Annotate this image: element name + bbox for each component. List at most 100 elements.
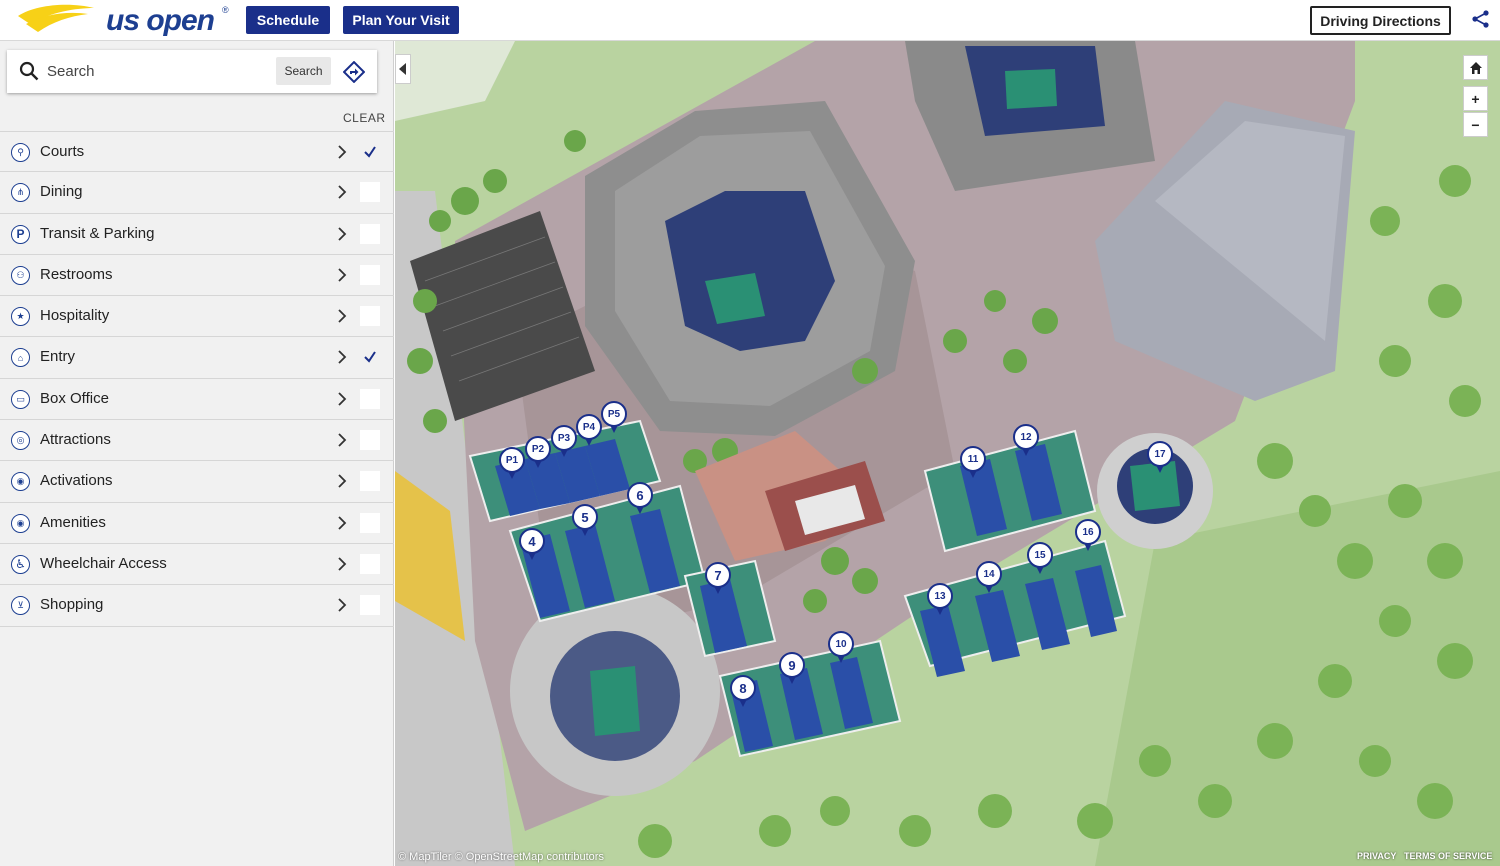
map-home-button[interactable] <box>1463 55 1488 80</box>
court-pin-4[interactable]: 4 <box>519 528 545 562</box>
category-row-box-office[interactable]: ▭ Box Office <box>0 379 394 421</box>
court-pin-9[interactable]: 9 <box>779 652 805 686</box>
court-pin-12[interactable]: 12 <box>1013 424 1039 458</box>
logo-registered-mark: ® <box>222 5 229 15</box>
chevron-right-icon[interactable] <box>337 268 347 282</box>
court-pin-label: 9 <box>779 652 805 678</box>
court-pin-8[interactable]: 8 <box>730 675 756 709</box>
privacy-link[interactable]: PRIVACY <box>1357 851 1396 861</box>
court-pin-13[interactable]: 13 <box>927 583 953 617</box>
court-pin-label: P4 <box>576 414 602 440</box>
court-pin-p5[interactable]: P5 <box>601 401 627 435</box>
ticket-icon: ▭ <box>11 389 30 409</box>
checkbox[interactable] <box>360 223 380 244</box>
chevron-right-icon[interactable] <box>337 516 347 530</box>
court-pin-p1[interactable]: P1 <box>499 447 525 481</box>
driving-directions-button[interactable]: Driving Directions <box>1310 6 1451 35</box>
checkbox[interactable] <box>360 388 380 409</box>
chevron-right-icon[interactable] <box>337 145 347 159</box>
court-pin-15[interactable]: 15 <box>1027 542 1053 576</box>
category-row-courts[interactable]: ⚲ Courts <box>0 131 394 173</box>
court-pin-10[interactable]: 10 <box>828 631 854 665</box>
court-pin-label: 10 <box>828 631 854 657</box>
court-pin-6[interactable]: 6 <box>627 482 653 516</box>
category-row-shopping[interactable]: ⊻ Shopping <box>0 585 394 627</box>
category-label: Transit & Parking <box>40 224 155 242</box>
collapse-sidebar-button[interactable] <box>395 54 411 84</box>
checkbox[interactable] <box>360 182 380 203</box>
checkbox[interactable] <box>360 264 380 285</box>
checkbox-checked[interactable] <box>360 142 380 162</box>
logo-swoosh-icon <box>18 4 94 33</box>
court-pin-16[interactable]: 16 <box>1075 519 1101 553</box>
court-pin-p3[interactable]: P3 <box>551 425 577 459</box>
wheelchair-icon: ♿ <box>11 554 30 574</box>
category-row-hospitality[interactable]: ★ Hospitality <box>0 296 394 338</box>
search-bar: Search <box>7 50 377 93</box>
court-pin-p2[interactable]: P2 <box>525 436 551 470</box>
attraction-icon: ◎ <box>11 431 30 451</box>
directions-icon[interactable] <box>343 61 365 83</box>
chevron-right-icon[interactable] <box>337 309 347 323</box>
category-label: Wheelchair Access <box>40 554 167 572</box>
category-row-activations[interactable]: ◉ Activations <box>0 461 394 503</box>
chevron-right-icon[interactable] <box>337 392 347 406</box>
category-list: ⚲ Courts ⋔ Dining P Transit & Parking ⚇ Restroo… <box>0 131 394 627</box>
checkbox[interactable] <box>360 471 380 492</box>
search-button[interactable]: Search <box>276 57 331 85</box>
category-row-wheelchair-access[interactable]: ♿ Wheelchair Access <box>0 544 394 586</box>
us-open-logo[interactable]: us open ® <box>16 2 229 38</box>
parking-icon: P <box>11 224 30 244</box>
plan-your-visit-button[interactable]: Plan Your Visit <box>343 6 459 34</box>
category-row-restrooms[interactable]: ⚇ Restrooms <box>0 255 394 297</box>
court-pin-5[interactable]: 5 <box>572 504 598 538</box>
court-pin-17[interactable]: 17 <box>1147 441 1173 475</box>
share-icon[interactable] <box>1471 9 1491 29</box>
court-pin-11[interactable]: 11 <box>960 446 986 480</box>
court-pin-label: 15 <box>1027 542 1053 568</box>
category-label: Box Office <box>40 389 109 407</box>
category-label: Hospitality <box>40 307 110 325</box>
court-pin-label: P5 <box>601 401 627 427</box>
category-row-transit-parking[interactable]: P Transit & Parking <box>0 214 394 255</box>
chevron-right-icon[interactable] <box>337 433 347 447</box>
category-label: Courts <box>40 143 85 160</box>
court-pin-p4[interactable]: P4 <box>576 414 602 448</box>
court-icon: ⚲ <box>11 143 30 162</box>
chevron-right-icon[interactable] <box>337 226 347 241</box>
checkbox[interactable] <box>360 553 380 574</box>
chevron-right-icon[interactable] <box>337 350 347 365</box>
category-row-amenities[interactable]: ◉ Amenities <box>0 503 394 544</box>
category-row-entry[interactable]: ⌂ Entry <box>0 337 394 379</box>
checkbox-checked[interactable] <box>360 347 380 367</box>
chevron-right-icon[interactable] <box>337 474 347 489</box>
court-pin-label: P3 <box>551 425 577 451</box>
map-attribution[interactable]: © MapTiler © OpenStreetMap contributors <box>398 851 604 863</box>
court-pin-label: 11 <box>960 446 986 472</box>
court-pin-label: 7 <box>705 562 731 588</box>
chevron-right-icon[interactable] <box>337 185 347 199</box>
court-pin-label: 6 <box>627 482 653 508</box>
clear-filters-link[interactable]: CLEAR <box>343 111 386 125</box>
checkbox[interactable] <box>360 430 380 451</box>
court-pin-7[interactable]: 7 <box>705 562 731 596</box>
entry-icon: ⌂ <box>11 348 30 368</box>
cart-icon: ⊻ <box>11 596 30 616</box>
category-row-dining[interactable]: ⋔ Dining <box>0 172 394 214</box>
chevron-right-icon[interactable] <box>337 557 347 571</box>
zoom-out-button[interactable]: − <box>1463 112 1488 137</box>
zoom-in-button[interactable]: + <box>1463 86 1488 111</box>
court-pin-14[interactable]: 14 <box>976 561 1002 595</box>
search-input[interactable] <box>47 58 267 85</box>
schedule-button[interactable]: Schedule <box>246 6 330 34</box>
checkbox[interactable] <box>360 512 380 533</box>
court-pin-label: 16 <box>1075 519 1101 545</box>
terms-of-service-link[interactable]: TERMS OF SERVICE <box>1404 851 1492 861</box>
chevron-right-icon[interactable] <box>337 598 347 612</box>
category-row-attractions[interactable]: ◎ Attractions <box>0 420 394 462</box>
checkbox[interactable] <box>360 306 380 327</box>
venue-map[interactable]: P1 P2 P3 P4 P5 4 5 6 7 8 9 10 11 12 13 14 15 16 17 <box>395 41 1500 866</box>
court-pin-label: 5 <box>572 504 598 530</box>
sidebar: Search CLEAR ⚲ Courts ⋔ Dining P Transit & Pa… <box>0 41 394 866</box>
checkbox[interactable] <box>360 595 380 616</box>
